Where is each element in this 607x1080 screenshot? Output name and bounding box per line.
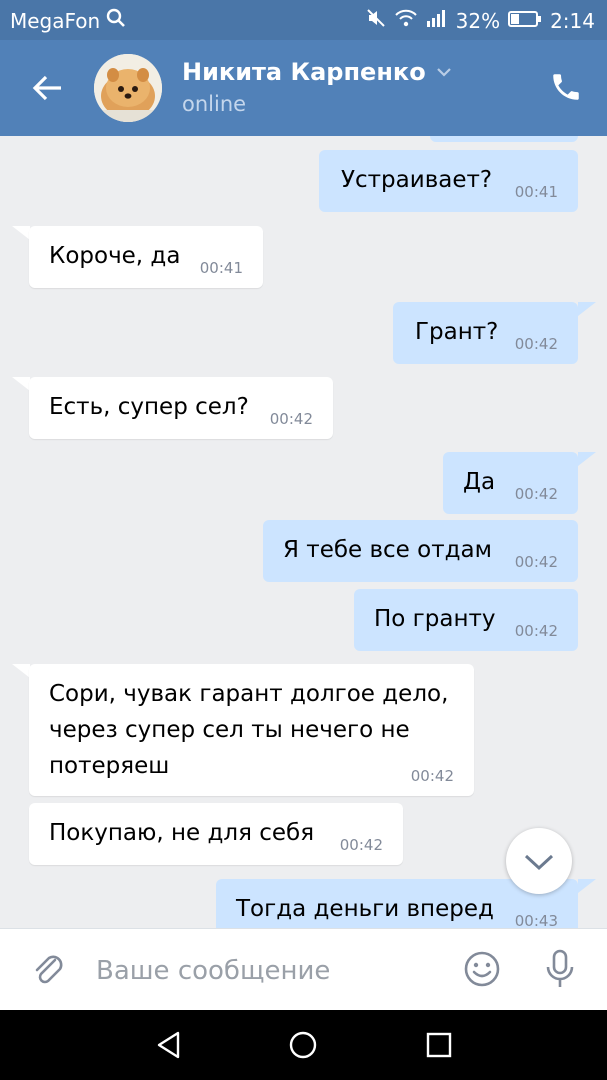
microphone-icon [546, 949, 574, 987]
message-time: 00:42 [514, 553, 558, 571]
message-text: Короче, да [49, 243, 181, 269]
mute-icon [366, 8, 386, 33]
emoji-icon [464, 951, 500, 987]
message-text: По гранту [374, 606, 496, 632]
circle-home-icon [289, 1031, 317, 1059]
message-time: 00:41 [514, 183, 558, 201]
back-arrow-icon [32, 75, 61, 101]
message-time: 00:42 [514, 335, 558, 353]
chevron-down-icon [524, 854, 554, 871]
contact-name-label: Никита Карпенко [182, 58, 426, 86]
message-bubble-outgoing[interactable]: По гранту 00:42 [354, 589, 578, 651]
message-bubble-outgoing[interactable]: Да 00:42 [443, 452, 578, 514]
message-text: Я тебе все отдам [283, 537, 492, 563]
nav-home-button[interactable] [288, 1030, 318, 1060]
avatar[interactable] [94, 54, 162, 122]
message-time: 00:43 [514, 912, 558, 928]
phone-icon [553, 74, 579, 100]
message-time: 00:42 [514, 622, 558, 640]
search-icon [106, 8, 126, 33]
battery-percent: 32% [455, 8, 501, 33]
system-nav-bar [0, 1010, 607, 1080]
bubble-tail [578, 302, 596, 316]
nav-back-button[interactable] [154, 1030, 184, 1060]
message-input[interactable] [96, 951, 436, 991]
message-text: Сори, чувак гарант долгое дело, через су… [49, 681, 449, 779]
message-list[interactable]: Устраивает? 00:41 Короче, да 00:41 Грант… [0, 136, 607, 928]
bubble-tail [578, 452, 596, 466]
clock: 2:14 [550, 8, 595, 33]
status-right: 32% 2:14 [366, 8, 595, 33]
message-time: 00:42 [339, 836, 383, 854]
message-time: 00:42 [269, 410, 313, 428]
nav-recents-button[interactable] [424, 1030, 454, 1060]
message-bubble-outgoing[interactable]: Грант? 00:42 [393, 302, 578, 364]
paperclip-icon [35, 955, 63, 984]
chevron-down-icon [436, 68, 451, 77]
battery-icon [508, 9, 542, 33]
square-recents-icon [426, 1032, 452, 1058]
message-text: Покупаю, не для себя [49, 820, 315, 846]
message-text: Устраивает? [341, 167, 493, 193]
message-text: Грант? [415, 319, 499, 345]
scroll-down-button[interactable] [506, 828, 572, 894]
bubble-tail [12, 664, 30, 678]
message-time: 00:42 [514, 485, 558, 503]
chat-header: Никита Карпенко online [0, 40, 607, 136]
voice-message-button[interactable] [540, 947, 580, 991]
triangle-back-icon [157, 1031, 180, 1059]
attach-button[interactable] [28, 949, 68, 989]
status-bar: MegaFon 32% 2:14 [0, 0, 607, 40]
message-bubble-incoming[interactable]: Короче, да 00:41 [29, 226, 263, 288]
status-left: MegaFon [10, 8, 126, 33]
contact-status: online [182, 92, 247, 116]
message-time: 00:42 [410, 767, 454, 785]
carrier-label: MegaFon [10, 8, 101, 33]
bubble-tail [12, 377, 30, 391]
wifi-icon [394, 8, 418, 33]
back-button[interactable] [30, 70, 66, 106]
contact-name[interactable]: Никита Карпенко [182, 58, 452, 86]
message-bubble-incoming[interactable]: Сори, чувак гарант долгое дело, через су… [29, 664, 474, 796]
previous-message-edge [430, 136, 578, 142]
message-time: 00:41 [199, 259, 243, 277]
bubble-tail [12, 226, 30, 240]
emoji-button[interactable] [462, 949, 502, 989]
message-bubble-outgoing[interactable]: Я тебе все отдам 00:42 [263, 520, 578, 582]
message-text: Есть, супер сел? [49, 394, 249, 420]
message-composer [0, 928, 607, 1010]
message-bubble-outgoing[interactable]: Устраивает? 00:41 [319, 150, 578, 212]
bubble-tail [578, 879, 596, 893]
call-button[interactable] [549, 70, 583, 104]
message-bubble-incoming[interactable]: Покупаю, не для себя 00:42 [29, 803, 403, 865]
message-text: Да [463, 469, 496, 495]
signal-icon [426, 8, 448, 33]
message-bubble-incoming[interactable]: Есть, супер сел? 00:42 [29, 377, 333, 439]
message-text: Тогда деньги вперед [236, 896, 494, 922]
